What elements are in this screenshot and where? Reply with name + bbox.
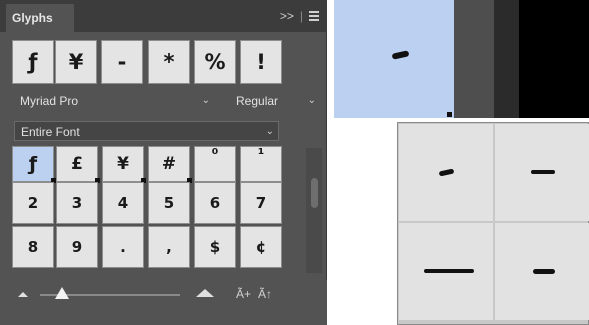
text-selection-highlight (334, 0, 454, 118)
glyph-char: ⁰ (211, 145, 219, 163)
glyph-cell-selected[interactable]: ƒ (12, 146, 56, 183)
alternate-glyph-cell[interactable] (399, 124, 493, 221)
recent-glyph[interactable]: * (148, 40, 190, 84)
recent-glyph[interactable]: ! (240, 40, 282, 84)
glyph-char: - (117, 50, 127, 74)
glyph-char: 5 (163, 194, 175, 212)
glyph-cell[interactable]: 7 (240, 182, 282, 224)
chevron-down-icon: ⌄ (201, 95, 210, 106)
glyph-char: % (204, 50, 226, 74)
glyph-char: 4 (117, 194, 129, 212)
scrollbar-thumb[interactable] (311, 178, 318, 208)
glyph-char: £ (71, 154, 83, 174)
en-dash-glyph (531, 170, 555, 174)
canvas-gray-area (454, 0, 494, 118)
glyph-cell[interactable]: ¥ (102, 146, 146, 183)
glyph-cell[interactable]: . (102, 226, 144, 268)
glyph-cell[interactable]: 5 (148, 182, 190, 224)
glyph-cell[interactable]: 8 (12, 226, 54, 268)
alternate-glyph-cell[interactable] (495, 223, 589, 320)
slider-handle[interactable] (55, 287, 69, 299)
panel-menu-icon[interactable] (309, 11, 319, 21)
canvas-dark-area (494, 0, 519, 118)
glyph-cell[interactable]: 3 (56, 182, 98, 224)
recent-glyph[interactable]: - (101, 40, 143, 84)
glyph-cell[interactable]: , (148, 226, 190, 268)
glyph-char: , (166, 238, 172, 256)
large-mountain-icon[interactable] (196, 289, 214, 297)
glyph-cell[interactable]: # (148, 146, 192, 183)
show-filter-value: Entire Font (21, 125, 80, 139)
recent-glyph[interactable]: ¥ (55, 40, 97, 84)
glyph-char: ƒ (28, 50, 38, 74)
canvas-black-area (519, 0, 589, 118)
show-filter-dropdown[interactable]: Entire Font ⌄ (14, 121, 279, 141)
font-family-value: Myriad Pro (20, 94, 79, 108)
font-style-dropdown[interactable]: Regular ⌄ (230, 91, 320, 111)
glyph-grid-scrollbar[interactable] (306, 148, 322, 273)
increase-font-icon[interactable]: Ã↑ (258, 287, 272, 301)
glyph-char: ¢ (255, 238, 267, 256)
glyphs-panel: Glyphs >> | ƒ ¥ - * % ! Myriad Pro ⌄ Reg… (0, 0, 327, 325)
recent-glyph[interactable]: ƒ (12, 40, 54, 84)
glyph-cell[interactable]: ⁰ (194, 146, 236, 182)
glyph-char: ! (256, 50, 266, 74)
minus-glyph (533, 269, 555, 274)
panel-tab-bar: Glyphs >> | (0, 0, 327, 32)
glyph-char: ¥ (68, 50, 84, 74)
glyph-cell[interactable]: 9 (56, 226, 98, 268)
glyph-char: 6 (209, 194, 221, 212)
glyph-cell[interactable]: 2 (12, 182, 54, 224)
glyph-char: . (120, 238, 126, 256)
glyph-cell[interactable]: $ (194, 226, 236, 268)
chevron-down-icon: ⌄ (265, 126, 274, 137)
small-mountain-icon[interactable] (18, 292, 28, 297)
panel-controls: >> | (280, 0, 319, 32)
chevron-down-icon: ⌄ (307, 95, 316, 106)
glyph-char: * (163, 50, 175, 74)
alternates-popup (397, 122, 589, 325)
glyph-cell[interactable]: ¢ (240, 226, 282, 268)
decrease-font-icon[interactable]: Ã+ (236, 287, 251, 301)
document-canvas (327, 0, 589, 325)
glyph-char: # (161, 154, 177, 174)
recent-glyph[interactable]: % (194, 40, 236, 84)
glyph-cell[interactable]: 6 (194, 182, 236, 224)
panel-bottom-bar: Ã+ Ã↑ (0, 280, 327, 325)
glyph-char: ¥ (117, 154, 129, 174)
selection-handle[interactable] (447, 112, 452, 117)
glyph-char: 7 (255, 194, 267, 212)
glyph-char: 8 (27, 238, 39, 256)
glyph-char: 9 (71, 238, 83, 256)
alternate-glyph-cell[interactable] (399, 223, 493, 320)
alternate-glyph-cell[interactable] (495, 124, 589, 221)
em-dash-glyph (424, 269, 474, 273)
glyph-char: $ (209, 238, 221, 256)
glyph-cell[interactable]: ¹ (240, 146, 282, 182)
glyph-char: ƒ (28, 153, 38, 175)
hyphen-glyph (438, 168, 455, 177)
glyph-char: 3 (71, 194, 83, 212)
tab-glyphs[interactable]: Glyphs (6, 4, 74, 32)
glyph-char: 2 (27, 194, 39, 212)
font-style-value: Regular (236, 94, 279, 108)
glyph-cell[interactable]: 4 (102, 182, 144, 224)
selected-hyphen-glyph (391, 50, 410, 60)
separator: | (299, 9, 303, 23)
expand-panel-icon[interactable]: >> (280, 9, 294, 23)
glyph-char: ¹ (257, 145, 265, 163)
font-family-dropdown[interactable]: Myriad Pro ⌄ (14, 91, 214, 111)
glyph-cell[interactable]: £ (56, 146, 100, 183)
